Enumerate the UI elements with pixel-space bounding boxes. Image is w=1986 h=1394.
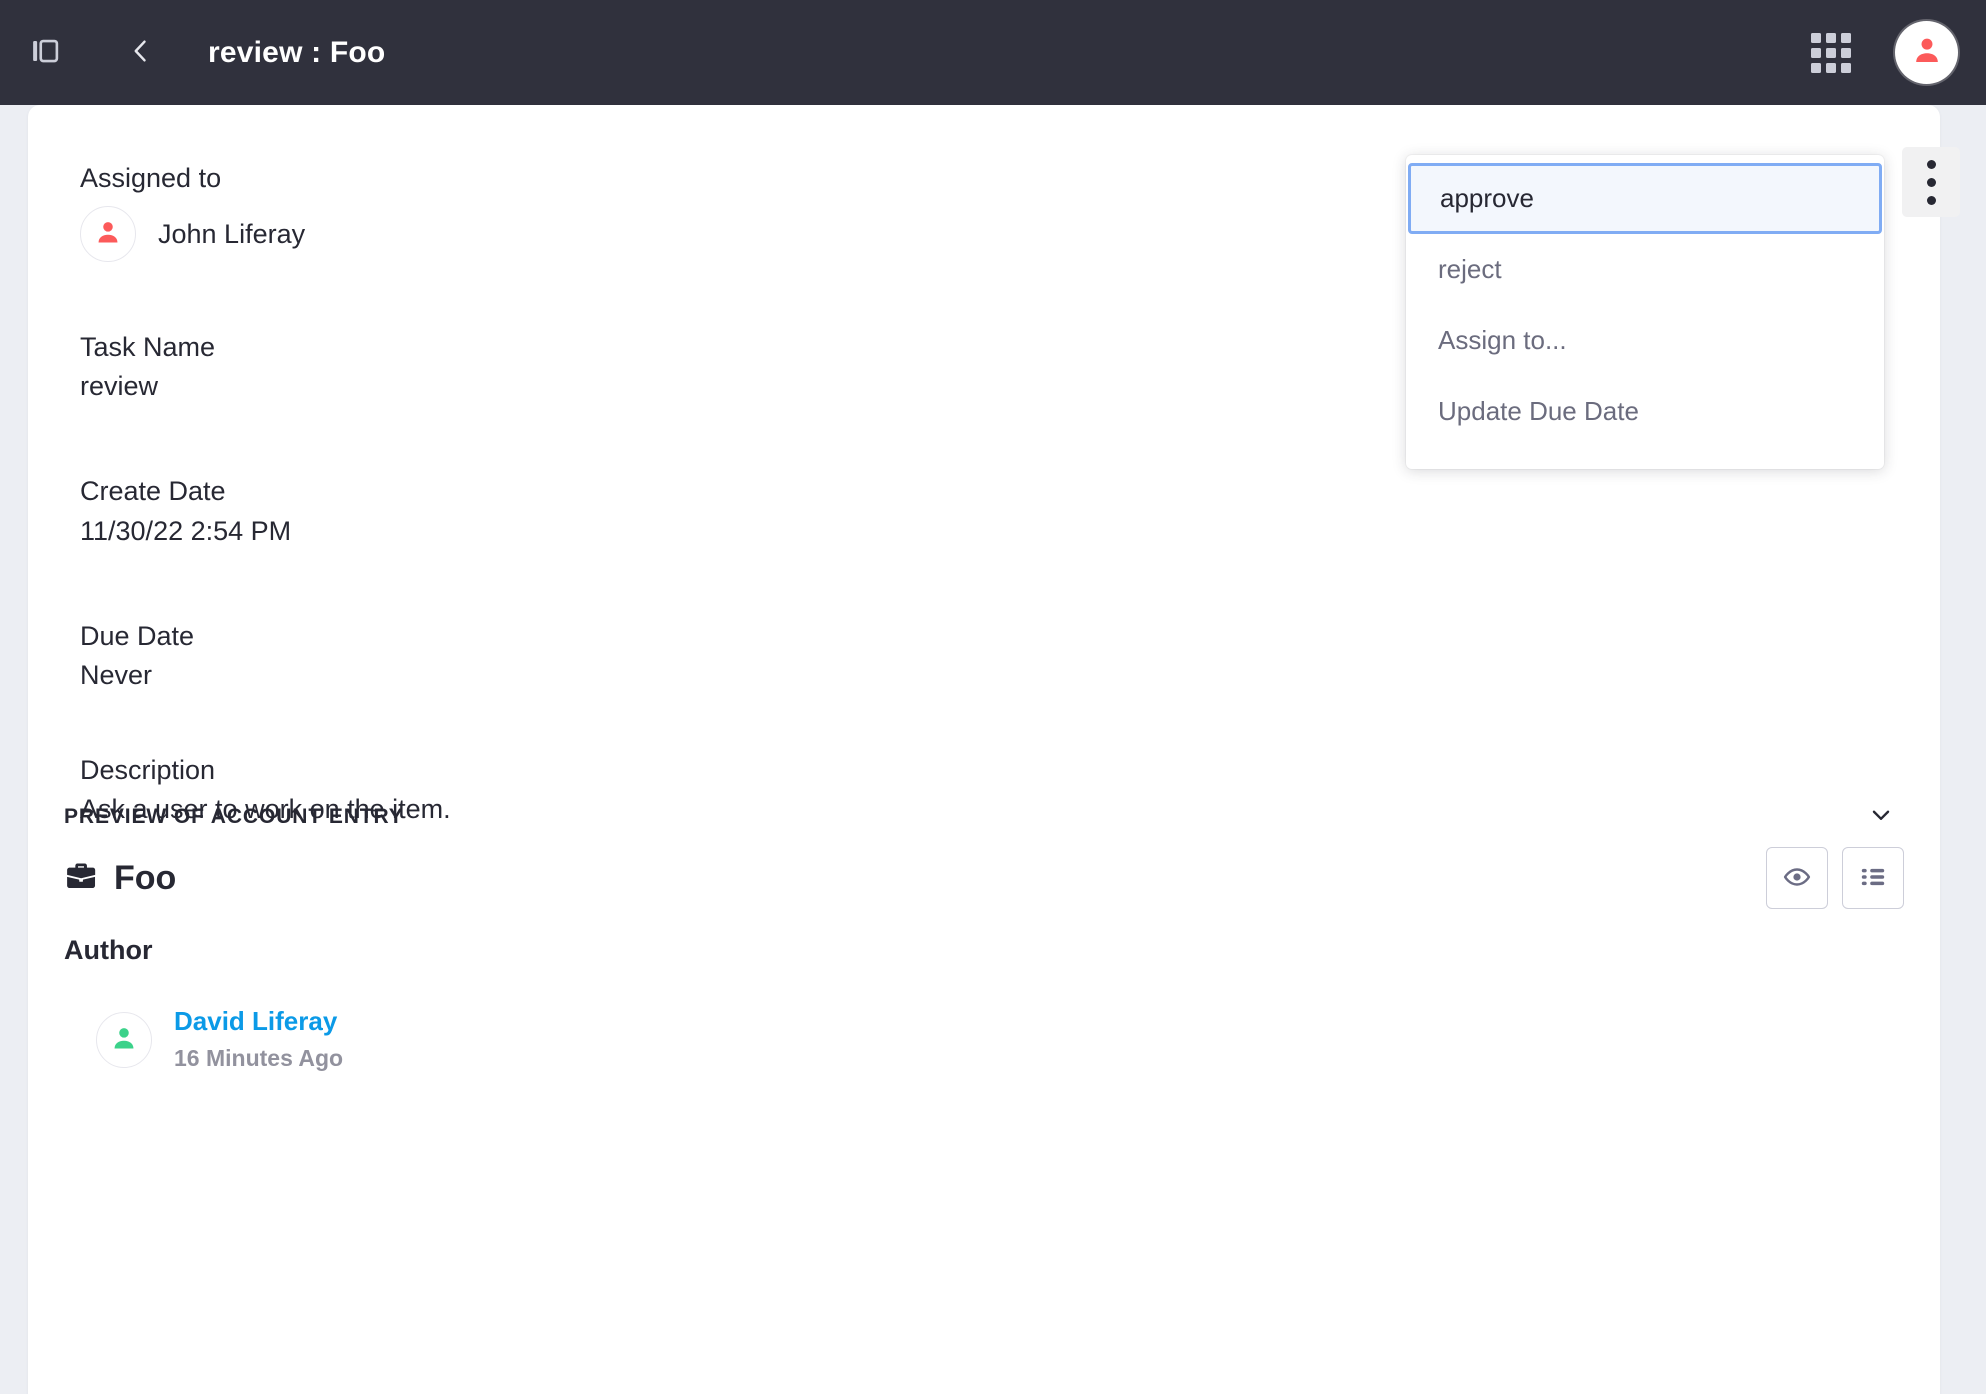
author-row: David Liferay 16 Minutes Ago	[96, 1005, 343, 1075]
sidebar-panel-icon	[30, 36, 60, 69]
create-date-label: Create Date	[80, 476, 226, 507]
task-name-value: review	[80, 371, 159, 402]
header-left-group: review : Foo	[0, 22, 385, 84]
assignee-row: John Liferay	[80, 206, 1080, 263]
field-due-date: Due Date Never	[80, 617, 1080, 695]
assigned-to-label: Assigned to	[80, 163, 222, 193]
content-card: Assigned to John Liferay Task Name revie…	[28, 105, 1960, 1394]
eye-icon	[1783, 863, 1811, 894]
author-timestamp: 16 Minutes Ago	[174, 1044, 344, 1071]
user-avatar-icon	[1911, 34, 1943, 71]
user-icon	[110, 1024, 138, 1057]
account-entry-row: Foo	[64, 847, 1904, 909]
author-heading: Author	[64, 935, 153, 965]
grid-apps-icon[interactable]	[1811, 32, 1851, 73]
author-text: David Liferay 16 Minutes Ago	[174, 1005, 343, 1075]
entry-title-wrap: Foo	[64, 859, 176, 898]
field-assigned-to: Assigned to John Liferay	[80, 159, 1080, 263]
kebab-menu-button[interactable]	[1902, 147, 1960, 217]
preview-section-header: PREVIEW OF ACCOUNT ENTRY	[64, 796, 1904, 837]
preview-button[interactable]	[1766, 847, 1828, 909]
due-date-value: Never	[80, 659, 153, 690]
description-label: Description	[80, 754, 216, 785]
assignee-name: John Liferay	[158, 218, 306, 249]
page-title: review : Foo	[208, 35, 386, 69]
menu-item-update-due-date[interactable]: Update Due Date	[1406, 376, 1884, 447]
field-task-name: Task Name review	[80, 328, 1080, 406]
collapse-section-button[interactable]	[1858, 796, 1904, 837]
kebab-vertical-icon	[1926, 159, 1936, 205]
create-date-value: 11/30/22 2:54 PM	[80, 515, 292, 546]
avatar[interactable]	[1895, 21, 1958, 84]
task-name-label: Task Name	[80, 332, 216, 363]
header-right-group	[1811, 21, 1986, 84]
menu-item-assign-to[interactable]: Assign to...	[1406, 305, 1884, 376]
author-name-link[interactable]: David Liferay	[174, 1005, 343, 1039]
task-details: Assigned to John Liferay Task Name revie…	[80, 159, 1080, 829]
user-icon	[94, 218, 122, 251]
sidebar-toggle-button[interactable]	[14, 22, 76, 84]
list-view-button[interactable]	[1842, 847, 1904, 909]
app-header: review : Foo	[0, 0, 1986, 105]
due-date-label: Due Date	[80, 620, 195, 651]
back-button[interactable]	[110, 22, 172, 84]
author-avatar	[96, 1012, 152, 1069]
menu-item-reject[interactable]: reject	[1406, 234, 1884, 305]
menu-item-approve[interactable]: approve	[1408, 163, 1882, 235]
preview-section-title: PREVIEW OF ACCOUNT ENTRY	[64, 804, 404, 828]
chevron-left-icon	[127, 37, 155, 68]
briefcase-icon	[64, 859, 98, 898]
chevron-down-icon	[1868, 802, 1894, 831]
list-icon	[1859, 863, 1887, 894]
entry-action-buttons	[1766, 847, 1904, 909]
field-create-date: Create Date 11/30/22 2:54 PM	[80, 472, 1080, 550]
entry-title: Foo	[114, 858, 177, 897]
assignee-avatar	[80, 206, 136, 263]
transition-dropdown-menu: approve reject Assign to... Update Due D…	[1406, 155, 1884, 470]
